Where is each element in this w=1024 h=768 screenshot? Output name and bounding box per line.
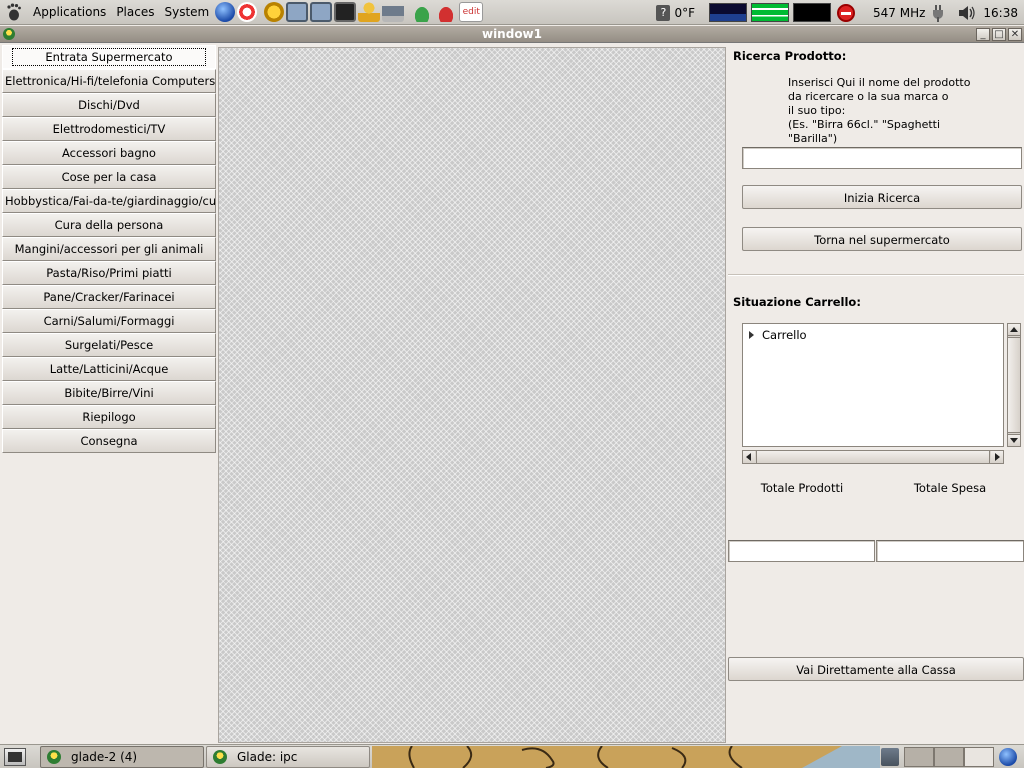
instruction-line: il suo tipo: <box>788 104 846 117</box>
start-search-button[interactable]: Inizia Ricerca <box>742 185 1022 209</box>
scroll-right-arrow-icon[interactable] <box>991 451 1003 463</box>
help-ring-icon[interactable] <box>237 2 258 22</box>
globe-icon[interactable] <box>215 2 236 22</box>
cart-tree-view[interactable]: Carrello <box>742 323 1004 447</box>
category-cose-casa[interactable]: Cose per la casa <box>2 165 216 189</box>
horizontal-scroll-thumb[interactable] <box>756 451 990 463</box>
category-surgelati[interactable]: Surgelati/Pesce <box>2 333 216 357</box>
instruction-line: (Es. "Birra 66cl." "Spaghetti <box>788 118 941 131</box>
instruction-line: Inserisci Qui il nome del prodotto <box>788 76 971 89</box>
instruction-line: "Barilla") <box>788 132 838 145</box>
category-pane[interactable]: Pane/Cracker/Farinacei <box>2 285 216 309</box>
back-to-supermarket-button[interactable]: Torna nel supermercato <box>742 227 1022 251</box>
stop-icon[interactable] <box>837 3 855 22</box>
gedit-label: edit <box>462 7 480 17</box>
search-input[interactable] <box>742 147 1022 169</box>
category-carni[interactable]: Carni/Salumi/Formaggi <box>2 309 216 333</box>
total-spend-field[interactable] <box>876 540 1024 562</box>
red-phone-icon[interactable] <box>435 2 458 22</box>
instruction-line: da ricercare o la sua marca o <box>788 90 949 103</box>
menu-applications[interactable]: Applications <box>28 5 111 19</box>
close-button[interactable]: ✕ <box>1008 28 1022 41</box>
window-body: Entrata Supermercato Elettronica/Hi-fi/t… <box>0 44 1024 744</box>
taskbar-item-glade-2[interactable]: glade-2 (4) <box>40 746 204 768</box>
wallpaper-map-strip <box>372 746 880 768</box>
trash-icon[interactable] <box>881 748 899 766</box>
category-consegna[interactable]: Consegna <box>2 429 216 453</box>
vertical-scroll-thumb[interactable] <box>1008 337 1020 433</box>
menu-system[interactable]: System <box>159 5 214 19</box>
glade-icon <box>213 750 227 764</box>
search-instructions: Inserisci Qui il nome del prodotto da ri… <box>788 76 1008 146</box>
total-products-field[interactable] <box>728 540 875 562</box>
search-heading: Ricerca Prodotto: <box>733 49 847 63</box>
screen-icon[interactable] <box>310 2 333 22</box>
top-panel: Applications Places System edit ? 0°F 54… <box>0 0 1024 25</box>
weather-temp: 0°F <box>674 5 695 20</box>
right-panel: Ricerca Prodotto: Inserisci Qui il nome … <box>728 44 1024 744</box>
window-title: window1 <box>481 27 542 41</box>
category-elettronica[interactable]: Elettronica/Hi-fi/telefonia Computers <box>2 69 216 93</box>
glade-icon <box>47 750 61 764</box>
show-desktop-icon[interactable] <box>4 748 26 766</box>
workspace-1[interactable] <box>904 747 934 767</box>
go-to-checkout-button[interactable]: Vai Direttamente alla Cassa <box>728 657 1024 681</box>
category-label: Entrata Supermercato <box>12 48 206 66</box>
scroll-left-arrow-icon[interactable] <box>743 451 755 463</box>
cpu-monitor[interactable] <box>709 3 747 22</box>
taskbar-item-label: glade-2 (4) <box>71 750 138 764</box>
taskbar-item-glade-ipc[interactable]: Glade: ipc <box>206 746 370 768</box>
category-accessori-bagno[interactable]: Accessori bagno <box>2 141 216 165</box>
total-spend-label: Totale Spesa <box>913 481 987 495</box>
volume-icon[interactable] <box>957 4 976 22</box>
scroll-down-arrow-icon[interactable] <box>1008 434 1020 446</box>
workspace-2[interactable] <box>934 747 964 767</box>
gedit-icon[interactable]: edit <box>459 2 484 22</box>
content-area <box>218 47 726 743</box>
monitor-icon[interactable] <box>286 2 309 22</box>
globe-icon[interactable] <box>999 748 1017 766</box>
total-products-label: Totale Prodotti <box>760 481 844 495</box>
maximize-button[interactable]: □ <box>992 28 1006 41</box>
scroll-up-arrow-icon[interactable] <box>1008 324 1020 336</box>
workspace-3[interactable] <box>964 747 994 767</box>
category-elettrodomestici[interactable]: Elettrodomestici/TV <box>2 117 216 141</box>
category-animali[interactable]: Mangini/accessori per gli animali <box>2 237 216 261</box>
category-hobbystica[interactable]: Hobbystica/Fai-da-te/giardinaggio/cu <box>2 189 216 213</box>
expander-arrow-icon[interactable] <box>749 331 754 339</box>
taskbar-item-label: Glade: ipc <box>237 750 298 764</box>
category-riepilogo[interactable]: Riepilogo <box>2 405 216 429</box>
horizontal-scrollbar[interactable] <box>742 450 1004 464</box>
window-titlebar[interactable]: window1 _ □ ✕ <box>0 26 1024 43</box>
category-cura-persona[interactable]: Cura della persona <box>2 213 216 237</box>
cpu-frequency: 547 MHz <box>873 5 926 20</box>
tree-row-carrello[interactable]: Carrello <box>749 328 807 342</box>
weather-icon[interactable]: ? <box>656 4 671 21</box>
sun-icon[interactable] <box>264 2 285 22</box>
network-monitor[interactable] <box>793 3 831 22</box>
category-dischi-dvd[interactable]: Dischi/Dvd <box>2 93 216 117</box>
bottom-panel: glade-2 (4) Glade: ipc <box>0 744 1024 768</box>
vertical-scrollbar[interactable] <box>1007 323 1021 447</box>
laptop-icon[interactable] <box>382 2 405 22</box>
minimize-button[interactable]: _ <box>976 28 990 41</box>
category-list: Entrata Supermercato Elettronica/Hi-fi/t… <box>2 45 216 453</box>
user-icon[interactable] <box>358 2 381 22</box>
memory-monitor[interactable] <box>751 3 789 22</box>
category-pasta[interactable]: Pasta/Riso/Primi piatti <box>2 261 216 285</box>
separator <box>728 274 1024 276</box>
cart-heading: Situazione Carrello: <box>733 295 861 309</box>
menu-places[interactable]: Places <box>111 5 159 19</box>
category-entrata-supermercato[interactable]: Entrata Supermercato <box>2 45 216 69</box>
terminal-icon[interactable] <box>334 2 357 22</box>
green-phone-icon[interactable] <box>411 2 434 22</box>
category-bibite[interactable]: Bibite/Birre/Vini <box>2 381 216 405</box>
clock[interactable]: 16:38 <box>983 6 1018 20</box>
gnome-foot-icon[interactable] <box>4 2 24 22</box>
category-latte[interactable]: Latte/Latticini/Acque <box>2 357 216 381</box>
power-plug-icon[interactable] <box>931 4 945 22</box>
tree-row-label: Carrello <box>762 328 807 342</box>
